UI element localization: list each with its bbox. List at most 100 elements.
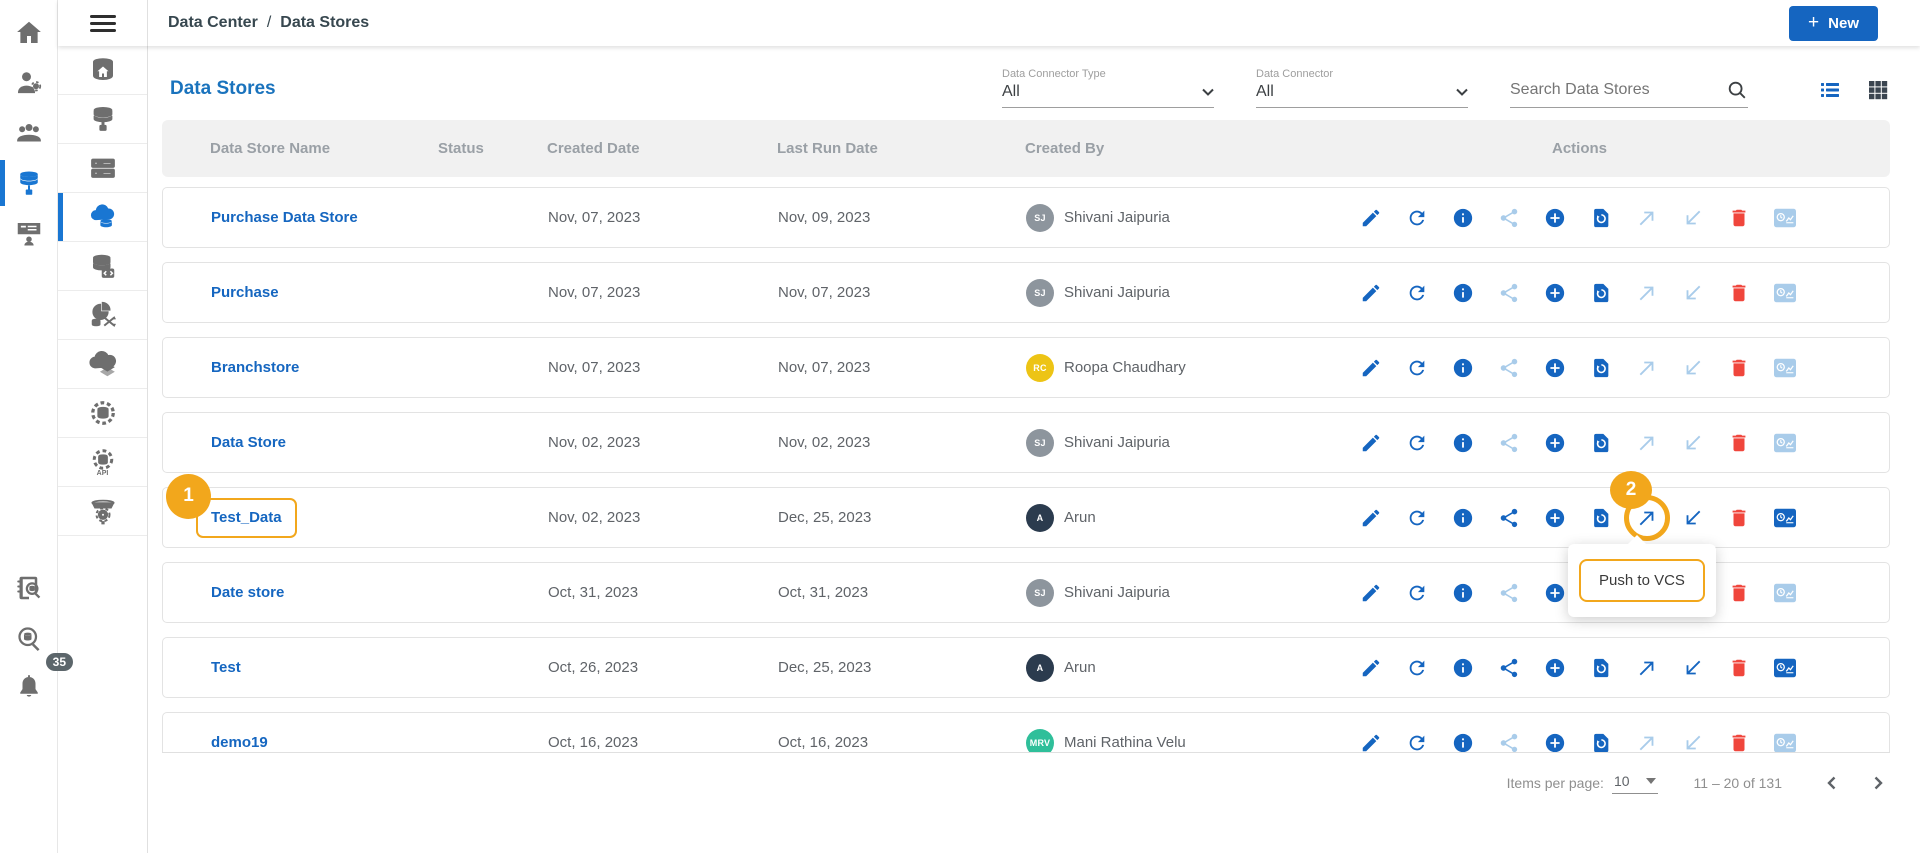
delete-action-button[interactable] — [1728, 357, 1750, 379]
refresh-action-button[interactable] — [1406, 582, 1428, 604]
pull-from-vcs-button[interactable] — [1682, 432, 1704, 454]
info-action-button[interactable] — [1452, 282, 1474, 304]
sidebar-item-data-stores[interactable] — [0, 158, 57, 208]
edit-action-button[interactable] — [1360, 357, 1382, 379]
push-to-vcs-button[interactable] — [1636, 732, 1658, 753]
add-action-button[interactable] — [1544, 732, 1566, 753]
datastore-name-link[interactable]: Purchase Data Store — [211, 209, 358, 226]
sidebar-item-servers[interactable] — [58, 144, 147, 193]
add-action-button[interactable] — [1544, 657, 1566, 679]
sidebar-item-cloud-code[interactable] — [58, 242, 147, 291]
share-action-button[interactable] — [1498, 282, 1520, 304]
new-button[interactable]: + New — [1789, 6, 1878, 41]
sidebar-item-user-groups[interactable] — [0, 108, 57, 158]
breadcrumb-section[interactable]: Data Center — [168, 14, 258, 32]
items-per-page-select[interactable]: 10 — [1612, 771, 1658, 794]
edit-action-button[interactable] — [1360, 657, 1382, 679]
refresh-action-button[interactable] — [1406, 357, 1428, 379]
delete-action-button[interactable] — [1728, 432, 1750, 454]
sidebar-item-data-catalog-search[interactable] — [0, 563, 57, 613]
version-history-action-button[interactable] — [1590, 657, 1612, 679]
pull-from-vcs-button[interactable] — [1682, 282, 1704, 304]
push-to-vcs-button[interactable] — [1636, 432, 1658, 454]
add-action-button[interactable] — [1544, 432, 1566, 454]
datastore-name-link[interactable]: Date store — [211, 584, 284, 601]
search-input[interactable] — [1510, 81, 1726, 99]
table-row[interactable]: 1 Test_Data Nov, 02, 2023 Dec, 25, 2023 … — [162, 487, 1890, 548]
edit-action-button[interactable] — [1360, 507, 1382, 529]
table-row[interactable]: 1 Purchase Nov, 07, 2023 Nov, 07, 2023 S… — [162, 262, 1890, 323]
add-action-button[interactable] — [1544, 507, 1566, 529]
datastore-name-link[interactable]: Branchstore — [211, 359, 299, 376]
table-row[interactable]: 1 Data Store Nov, 02, 2023 Nov, 02, 2023… — [162, 412, 1890, 473]
profile-action-button[interactable] — [1774, 432, 1796, 454]
profile-action-button[interactable] — [1774, 282, 1796, 304]
version-history-action-button[interactable] — [1590, 282, 1612, 304]
share-action-button[interactable] — [1498, 657, 1520, 679]
edit-action-button[interactable] — [1360, 582, 1382, 604]
delete-action-button[interactable] — [1728, 207, 1750, 229]
add-action-button[interactable] — [1544, 582, 1566, 604]
version-history-action-button[interactable] — [1590, 357, 1612, 379]
sidebar-item-home[interactable] — [0, 8, 57, 58]
previous-page-icon[interactable] — [1824, 775, 1840, 791]
profile-action-button[interactable] — [1774, 657, 1796, 679]
sidebar-item-cloud-layers[interactable] — [58, 340, 147, 389]
sidebar-item-cloud-datastore[interactable] — [58, 193, 147, 242]
table-row[interactable]: 1 Test Oct, 26, 2023 Dec, 25, 2023 A Aru… — [162, 637, 1890, 698]
datastore-name-link[interactable]: demo19 — [211, 734, 268, 751]
version-history-action-button[interactable] — [1590, 432, 1612, 454]
info-action-button[interactable] — [1452, 432, 1474, 454]
info-action-button[interactable] — [1452, 207, 1474, 229]
push-to-vcs-button[interactable] — [1636, 657, 1658, 679]
delete-action-button[interactable] — [1728, 507, 1750, 529]
profile-action-button[interactable] — [1774, 582, 1796, 604]
sidebar-item-datastore-home[interactable] — [58, 46, 147, 95]
data-connector-type-select[interactable]: Data Connector Type All — [1002, 68, 1214, 108]
info-action-button[interactable] — [1452, 582, 1474, 604]
profile-action-button[interactable] — [1774, 207, 1796, 229]
edit-action-button[interactable] — [1360, 282, 1382, 304]
delete-action-button[interactable] — [1728, 282, 1750, 304]
data-connector-select[interactable]: Data Connector All — [1256, 68, 1468, 108]
delete-action-button[interactable] — [1728, 657, 1750, 679]
next-page-icon[interactable] — [1870, 775, 1886, 791]
info-action-button[interactable] — [1452, 507, 1474, 529]
push-to-vcs-button[interactable] — [1636, 282, 1658, 304]
add-action-button[interactable] — [1544, 207, 1566, 229]
profile-action-button[interactable] — [1774, 357, 1796, 379]
share-action-button[interactable] — [1498, 432, 1520, 454]
version-history-action-button[interactable] — [1590, 507, 1612, 529]
edit-action-button[interactable] — [1360, 732, 1382, 753]
sidebar-item-data-filter[interactable] — [58, 487, 147, 536]
info-action-button[interactable] — [1452, 657, 1474, 679]
share-action-button[interactable] — [1498, 732, 1520, 753]
hamburger-menu-icon[interactable] — [90, 11, 116, 36]
search-icon[interactable] — [1726, 79, 1748, 101]
grid-view-icon[interactable] — [1866, 78, 1890, 102]
list-view-icon[interactable] — [1818, 78, 1842, 102]
pull-from-vcs-button[interactable] — [1682, 357, 1704, 379]
share-action-button[interactable] — [1498, 357, 1520, 379]
edit-action-button[interactable] — [1360, 432, 1382, 454]
sidebar-item-data-transform[interactable] — [58, 291, 147, 340]
sidebar-item-notifications[interactable]: 35 — [0, 663, 57, 713]
pull-from-vcs-button[interactable] — [1682, 732, 1704, 753]
delete-action-button[interactable] — [1728, 582, 1750, 604]
version-history-action-button[interactable] — [1590, 207, 1612, 229]
sidebar-item-data-engine[interactable] — [58, 389, 147, 438]
pull-from-vcs-button[interactable] — [1682, 657, 1704, 679]
refresh-action-button[interactable] — [1406, 657, 1428, 679]
profile-action-button[interactable] — [1774, 507, 1796, 529]
refresh-action-button[interactable] — [1406, 507, 1428, 529]
version-history-action-button[interactable] — [1590, 732, 1612, 753]
sidebar-item-training[interactable] — [0, 208, 57, 258]
refresh-action-button[interactable] — [1406, 732, 1428, 753]
add-action-button[interactable] — [1544, 282, 1566, 304]
table-row[interactable]: 1 Purchase Data Store Nov, 07, 2023 Nov,… — [162, 187, 1890, 248]
add-action-button[interactable] — [1544, 357, 1566, 379]
datastore-name-link[interactable]: Test_Data — [211, 509, 282, 526]
pull-from-vcs-button[interactable] — [1682, 207, 1704, 229]
share-action-button[interactable] — [1498, 582, 1520, 604]
sidebar-item-api[interactable]: API — [58, 438, 147, 487]
